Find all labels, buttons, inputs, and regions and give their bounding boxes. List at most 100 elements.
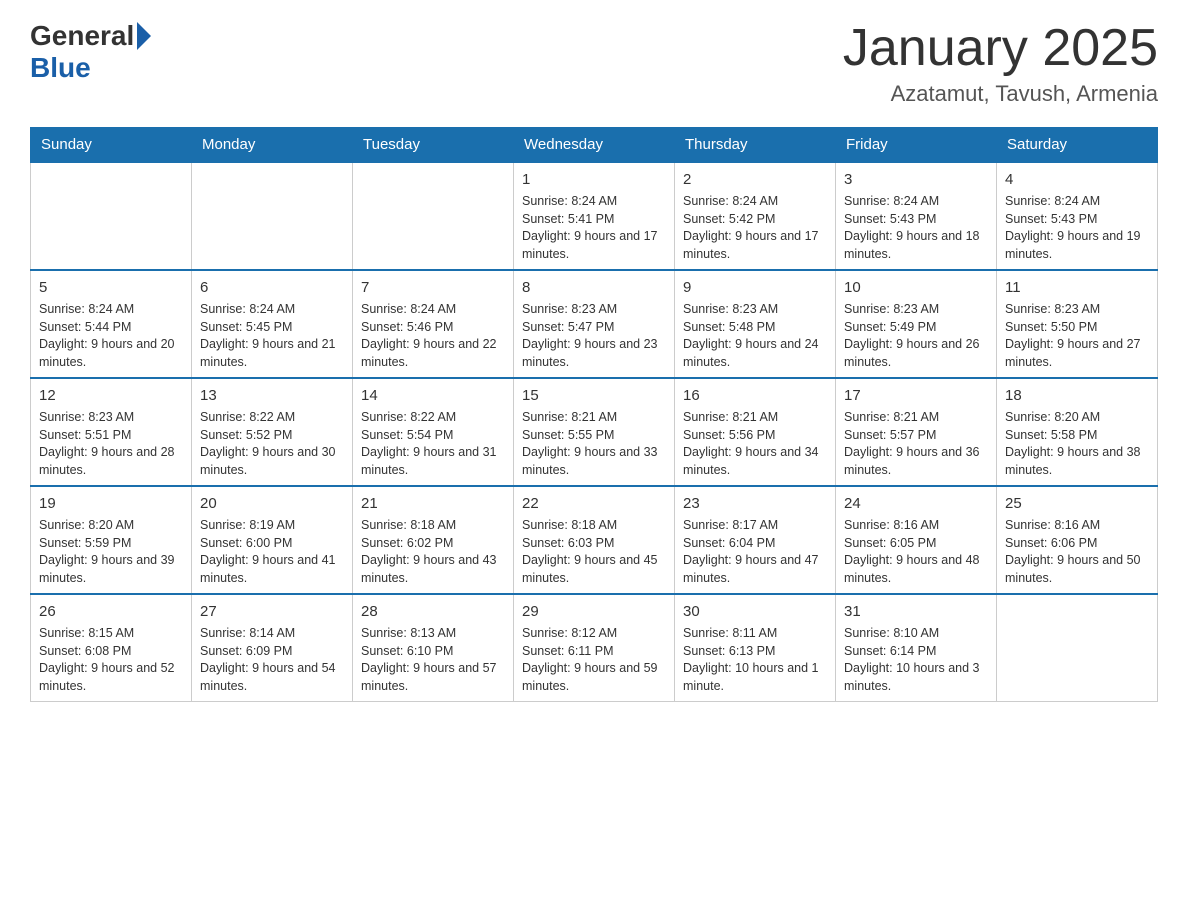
sunset-text: Sunset: 5:45 PM [200,320,292,334]
daylight-text: Daylight: 9 hours and 33 minutes. [522,445,658,477]
calendar-cell: 21Sunrise: 8:18 AMSunset: 6:02 PMDayligh… [353,486,514,594]
sunrise-text: Sunrise: 8:21 AM [844,410,939,424]
daylight-text: Daylight: 9 hours and 34 minutes. [683,445,819,477]
daylight-text: Daylight: 9 hours and 30 minutes. [200,445,336,477]
day-number: 18 [1005,385,1149,406]
day-number: 3 [844,169,988,190]
sunrise-text: Sunrise: 8:12 AM [522,626,617,640]
sunset-text: Sunset: 6:09 PM [200,644,292,658]
day-number: 24 [844,493,988,514]
calendar-cell: 27 Sunrise: 8:14 AM Sunset: 6:09 PM Dayligh… [192,594,353,702]
col-header-monday: Monday [192,128,353,163]
day-number: 31 [844,601,988,622]
calendar-cell: 30Sunrise: 8:11 AMSunset: 6:13 PMDayligh… [675,594,836,702]
calendar-cell [31,162,192,270]
sunset-text: Sunset: 5:55 PM [522,428,614,442]
day-number: 21 [361,493,505,514]
col-header-saturday: Saturday [997,128,1158,163]
day-number: 26 [39,601,183,622]
sunset-text: Sunset: 5:58 PM [1005,428,1097,442]
sunrise-text: Sunrise: 8:23 AM [1005,302,1100,316]
calendar-cell [192,162,353,270]
daylight-text: Daylight: 9 hours and 59 minutes. [522,661,658,693]
sunset-text: Sunset: 5:43 PM [844,212,936,226]
day-number: 19 [39,493,183,514]
calendar-week-3: 12Sunrise: 8:23 AMSunset: 5:51 PMDayligh… [31,378,1158,486]
calendar-title: January 2025 [843,20,1158,77]
calendar-cell: 19Sunrise: 8:20 AMSunset: 5:59 PMDayligh… [31,486,192,594]
daylight-text: Daylight: 10 hours and 3 minutes. [844,661,980,693]
calendar-cell: 8Sunrise: 8:23 AMSunset: 5:47 PMDaylight… [514,270,675,378]
calendar-cell: 14Sunrise: 8:22 AMSunset: 5:54 PMDayligh… [353,378,514,486]
sunrise-text: Sunrise: 8:24 AM [361,302,456,316]
col-header-friday: Friday [836,128,997,163]
daylight-text: Daylight: 9 hours and 54 minutes. [200,661,336,693]
sunset-text: Sunset: 5:50 PM [1005,320,1097,334]
sunrise-text: Sunrise: 8:17 AM [683,518,778,532]
calendar-week-5: 26Sunrise: 8:15 AMSunset: 6:08 PMDayligh… [31,594,1158,702]
sunrise-text: Sunrise: 8:13 AM [361,626,456,640]
sunset-text: Sunset: 5:59 PM [39,536,131,550]
sunset-text: Sunset: 5:56 PM [683,428,775,442]
calendar-cell: 23Sunrise: 8:17 AMSunset: 6:04 PMDayligh… [675,486,836,594]
daylight-text: Daylight: 9 hours and 38 minutes. [1005,445,1141,477]
calendar-cell: 20Sunrise: 8:19 AMSunset: 6:00 PMDayligh… [192,486,353,594]
daylight-text: Daylight: 10 hours and 1 minute. [683,661,819,693]
daylight-text: Daylight: 9 hours and 22 minutes. [361,337,497,369]
daylight-text: Daylight: 9 hours and 24 minutes. [683,337,819,369]
sunset-text: Sunset: 6:06 PM [1005,536,1097,550]
daylight-text: Daylight: 9 hours and 39 minutes. [39,553,175,585]
sunset-text: Sunset: 5:48 PM [683,320,775,334]
calendar-cell: 12Sunrise: 8:23 AMSunset: 5:51 PMDayligh… [31,378,192,486]
daylight-text: Daylight: 9 hours and 21 minutes. [200,337,336,369]
sunset-text: Sunset: 5:42 PM [683,212,775,226]
col-header-wednesday: Wednesday [514,128,675,163]
calendar-subtitle: Azatamut, Tavush, Armenia [843,81,1158,107]
daylight-text: Daylight: 9 hours and 48 minutes. [844,553,980,585]
sunrise-text: Sunrise: 8:15 AM [39,626,134,640]
sunset-text: Sunset: 6:14 PM [844,644,936,658]
daylight-text: Daylight: 9 hours and 31 minutes. [361,445,497,477]
day-number: 29 [522,601,666,622]
daylight-text: Daylight: 9 hours and 28 minutes. [39,445,175,477]
day-number: 9 [683,277,827,298]
sunrise-text: Sunrise: 8:14 AM [200,626,295,640]
calendar-week-1: 1Sunrise: 8:24 AMSunset: 5:41 PMDaylight… [31,162,1158,270]
calendar-cell: 26Sunrise: 8:15 AMSunset: 6:08 PMDayligh… [31,594,192,702]
sunset-text: Sunset: 6:04 PM [683,536,775,550]
daylight-text: Daylight: 9 hours and 26 minutes. [844,337,980,369]
sunset-text: Sunset: 5:46 PM [361,320,453,334]
day-number: 27 [200,601,344,622]
daylight-text: Daylight: 9 hours and 36 minutes. [844,445,980,477]
day-number: 23 [683,493,827,514]
calendar-cell: 7Sunrise: 8:24 AMSunset: 5:46 PMDaylight… [353,270,514,378]
daylight-text: Daylight: 9 hours and 23 minutes. [522,337,658,369]
calendar-cell [353,162,514,270]
day-number: 14 [361,385,505,406]
sunrise-text: Sunrise: 8:23 AM [522,302,617,316]
sunset-text: Sunset: 6:10 PM [361,644,453,658]
sunset-text: Sunset: 5:43 PM [1005,212,1097,226]
sunset-text: Sunset: 5:47 PM [522,320,614,334]
page-header: General Blue January 2025 Azatamut, Tavu… [30,20,1158,107]
sunrise-text: Sunrise: 8:24 AM [522,194,617,208]
logo: General Blue [30,20,153,84]
sunset-text: Sunset: 5:49 PM [844,320,936,334]
daylight-text: Daylight: 9 hours and 43 minutes. [361,553,497,585]
col-header-tuesday: Tuesday [353,128,514,163]
calendar-cell: 3Sunrise: 8:24 AMSunset: 5:43 PMDaylight… [836,162,997,270]
sunset-text: Sunset: 5:51 PM [39,428,131,442]
sunrise-text: Sunrise: 8:21 AM [683,410,778,424]
sunset-text: Sunset: 5:41 PM [522,212,614,226]
sunrise-text: Sunrise: 8:24 AM [39,302,134,316]
day-number: 2 [683,169,827,190]
sunset-text: Sunset: 5:44 PM [39,320,131,334]
sunrise-text: Sunrise: 8:23 AM [844,302,939,316]
sunset-text: Sunset: 6:11 PM [522,644,614,658]
day-number: 12 [39,385,183,406]
sunrise-text: Sunrise: 8:11 AM [683,626,777,640]
daylight-text: Daylight: 9 hours and 19 minutes. [1005,229,1141,261]
calendar-cell: 15Sunrise: 8:21 AMSunset: 5:55 PMDayligh… [514,378,675,486]
sunrise-text: Sunrise: 8:24 AM [844,194,939,208]
day-number: 11 [1005,277,1149,298]
